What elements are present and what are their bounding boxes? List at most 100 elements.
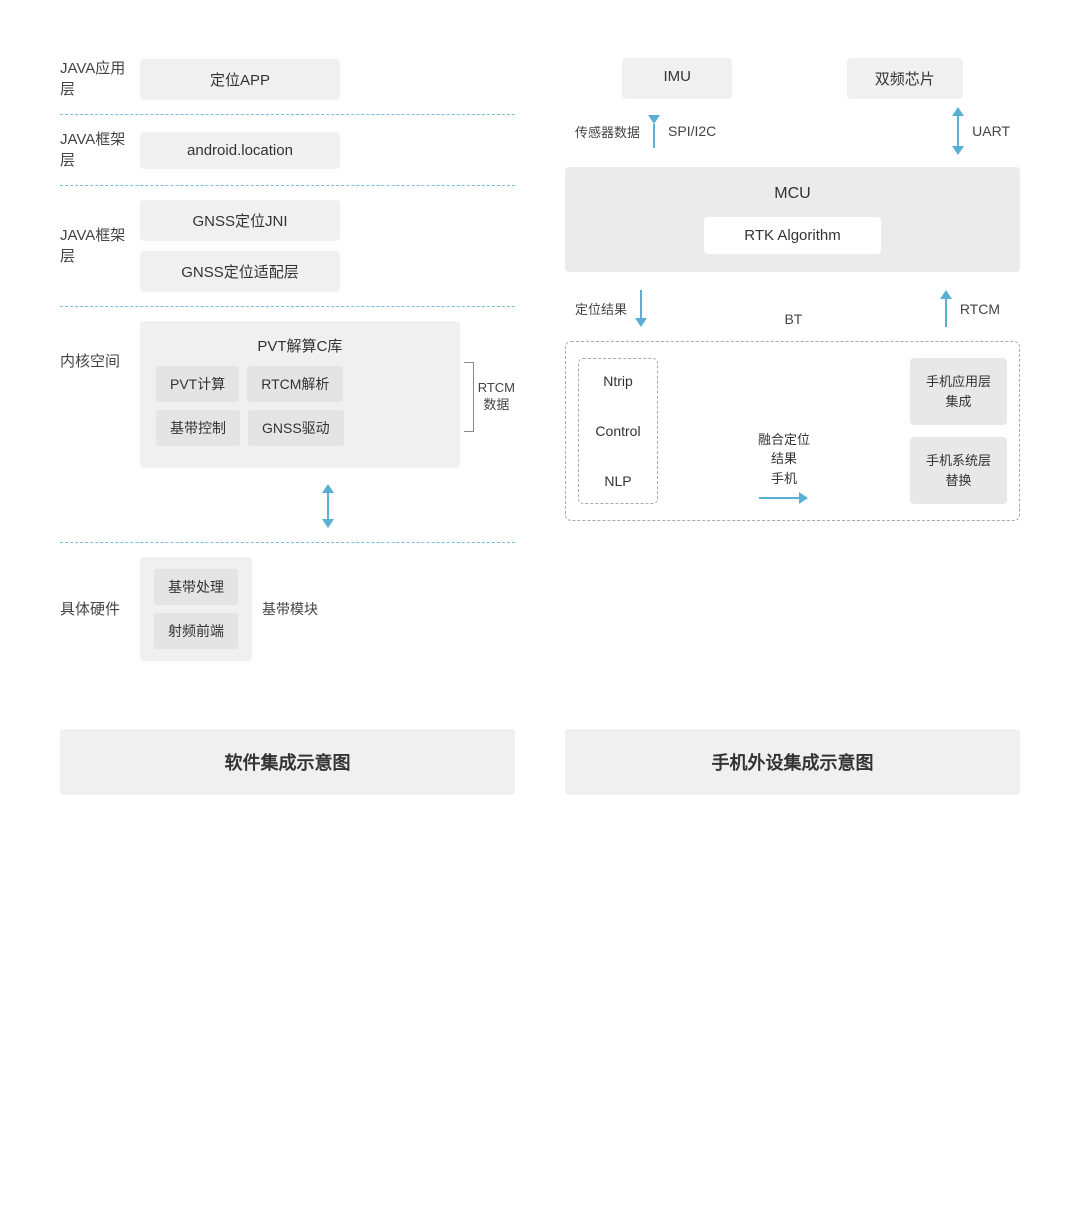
fusion-arrow-head [799, 492, 808, 504]
pos-down-head [635, 318, 647, 327]
content-area: JAVA应用层 定位APP JAVA框架层 android.location [60, 40, 1020, 679]
baseband-proc-box: 基带处理 [154, 569, 238, 605]
integration-outer-box: Ntrip Control NLP 融合定位 结果 手机 [565, 341, 1020, 521]
java-app-content: 定位APP [140, 59, 515, 100]
rf-front-box: 射频前端 [154, 613, 238, 649]
fusion-center: 融合定位 结果 手机 [668, 358, 900, 504]
pvt-calc-box: PVT计算 [156, 366, 239, 402]
right-sensor-row: 传感器数据 SPI/I2C UART [565, 99, 1020, 163]
spi-area: 传感器数据 SPI/I2C [575, 115, 716, 148]
left-section-java-fw1: JAVA框架层 android.location [60, 121, 515, 179]
mcu-title: MCU [589, 185, 996, 203]
rtcm-v-line [945, 299, 947, 327]
right-panel: IMU 双频芯片 传感器数据 SPI/I2C [565, 40, 1020, 679]
gnss-adapt-box: GNSS定位适配层 [140, 251, 340, 292]
fusion-h-line [759, 497, 799, 499]
software-integration-label: 软件集成示意图 [60, 729, 515, 795]
positioning-arrow [635, 290, 647, 327]
positioning-arrow-col: 定位结果 [575, 290, 647, 327]
divider1 [60, 108, 515, 121]
fusion-line1: 融合定位 [758, 432, 810, 447]
fusion-text: 融合定位 结果 手机 [758, 430, 810, 489]
arrow-vert-line [327, 493, 329, 519]
uart-area: UART [952, 107, 1010, 155]
bt-arrow-col: BT [784, 311, 802, 327]
java-fw2-label: JAVA框架层 [60, 225, 140, 267]
kernel-row1: PVT计算 RTCM解析 [156, 366, 444, 402]
uart-down-head [952, 146, 964, 155]
java-fw1-label: JAVA框架层 [60, 129, 140, 171]
right-arrows-area: 定位结果 BT RTCM [565, 280, 1020, 337]
nlp-item: NLP [591, 473, 645, 489]
kernel-content: PVT解算C库 PVT计算 RTCM解析 基带控制 GNSS驱动 [140, 321, 515, 468]
hardware-label: 具体硬件 [60, 599, 140, 620]
spi-v-line [653, 124, 655, 148]
pos-v-line [640, 290, 642, 318]
divider2 [60, 179, 515, 192]
baseband-ctrl-box: 基带控制 [156, 410, 240, 446]
phone-peripheral-label: 手机外设集成示意图 [565, 729, 1020, 795]
rtcm-arrow-col: RTCM [940, 290, 1000, 327]
bottom-labels: 软件集成示意图 手机外设集成示意图 [60, 729, 1020, 795]
rtcm-parse-box: RTCM解析 [247, 366, 343, 402]
dual-freq-box: 双频芯片 [847, 58, 963, 99]
ntrip-item: Ntrip [591, 373, 645, 389]
phone-app-box: 手机应用层集成 [910, 358, 1007, 425]
left-section-java-fw2: JAVA框架层 GNSS定位JNI GNSS定位适配层 [60, 192, 515, 300]
positioning-label: 定位结果 [575, 299, 627, 318]
rtcm-right-arrow [940, 290, 952, 327]
java-app-label: JAVA应用层 [60, 58, 140, 100]
android-location-box: android.location [140, 132, 340, 169]
java-fw2-content: GNSS定位JNI GNSS定位适配层 [140, 200, 515, 292]
control-item: Control [591, 423, 645, 439]
java-app-box: 定位APP [140, 59, 340, 100]
fusion-arrow [759, 492, 808, 504]
phone-sys-box: 手机系统层替换 [910, 437, 1007, 504]
uart-v-line [957, 116, 959, 146]
spi-label: SPI/I2C [668, 123, 716, 139]
uart-up-head [952, 107, 964, 116]
bt-label: BT [784, 311, 802, 327]
divider3 [60, 300, 515, 313]
rtcm-right-label: RTCM [960, 301, 1000, 317]
rtcm-bracket: RTCM 数据 [464, 357, 515, 437]
gnss-jni-box: GNSS定位JNI [140, 200, 340, 241]
ncn-box: Ntrip Control NLP [578, 358, 658, 504]
rtcm-text1: RTCM [478, 380, 515, 395]
baseband-module-label: 基带模块 [262, 599, 318, 619]
pvt-title: PVT解算C库 [156, 335, 444, 356]
spi-arrow-col [648, 115, 660, 148]
sensor-data-label: 传感器数据 [575, 122, 640, 141]
phone-boxes: 手机应用层集成 手机系统层替换 [910, 358, 1007, 504]
java-fw1-content: android.location [140, 132, 515, 169]
left-section-hardware: 具体硬件 基带处理 射频前端 基带模块 [60, 549, 515, 679]
arrow-down-head [322, 519, 334, 528]
rtcm-side-label: RTCM 数据 [478, 380, 515, 414]
hardware-content: 基带处理 射频前端 基带模块 [140, 557, 318, 661]
kernel-label: 内核空间 [60, 351, 140, 372]
left-section-kernel: 内核空间 PVT解算C库 PVT计算 RTCM解析 基带控制 GNSS驱动 [60, 313, 515, 476]
fusion-line3: 手机 [771, 471, 797, 486]
kernel-row2: 基带控制 GNSS驱动 [156, 410, 444, 446]
imu-box: IMU [622, 58, 732, 99]
uart-label: UART [972, 123, 1010, 139]
left-section-java-app: JAVA应用层 定位APP [60, 40, 515, 108]
rtcm-up-head [940, 290, 952, 299]
mcu-section: MCU RTK Algorithm [565, 163, 1020, 280]
kernel-hw-arrow [140, 476, 515, 536]
rtcm-text2: 数据 [483, 397, 509, 412]
fusion-line2: 结果 [771, 451, 797, 466]
spi-down-arrow-head [648, 115, 660, 124]
divider4 [60, 536, 515, 549]
rtk-inner: RTK Algorithm [704, 217, 880, 254]
kernel-box: PVT解算C库 PVT计算 RTCM解析 基带控制 GNSS驱动 [140, 321, 460, 468]
main-layout: JAVA应用层 定位APP JAVA框架层 android.location [60, 40, 1020, 795]
gnss-driver-box: GNSS驱动 [248, 410, 344, 446]
right-row1: IMU 双频芯片 [565, 40, 1020, 99]
bracket-right-line [464, 362, 474, 432]
integration-layout: Ntrip Control NLP 融合定位 结果 手机 [578, 358, 1007, 504]
uart-arrow-col [952, 107, 964, 155]
baseband-group-box: 基带处理 射频前端 [140, 557, 252, 661]
left-panel: JAVA应用层 定位APP JAVA框架层 android.location [60, 40, 515, 679]
mcu-outer: MCU RTK Algorithm [565, 167, 1020, 272]
